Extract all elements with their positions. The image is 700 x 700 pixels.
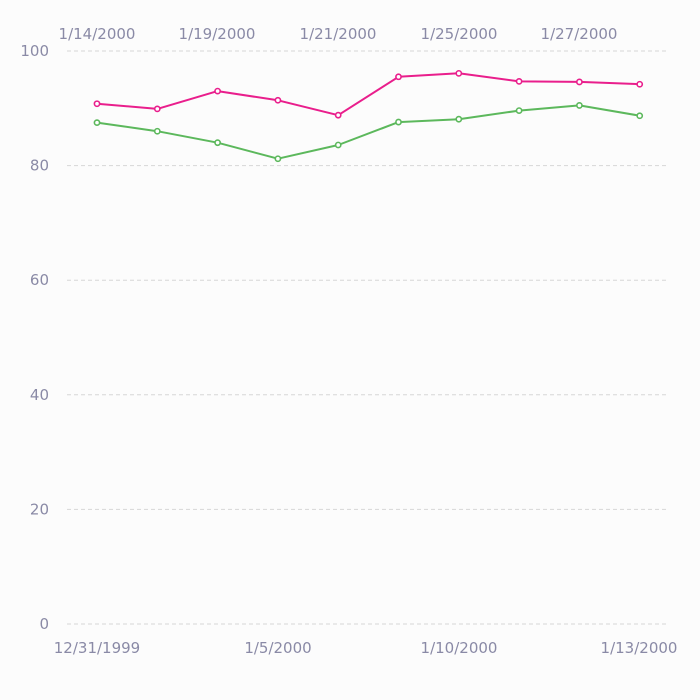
- x-top-tick-label: 1/25/2000: [421, 25, 498, 43]
- y-tick-label: 0: [39, 615, 49, 633]
- series-2-point: [334, 141, 342, 149]
- x-top-tick-label: 1/27/2000: [541, 25, 618, 43]
- series-1-point: [274, 96, 282, 104]
- y-tick-label: 100: [20, 42, 49, 60]
- series-line-2: [96, 104, 640, 160]
- series-2-point: [576, 102, 583, 109]
- x-top-tick-label: 1/19/2000: [179, 25, 256, 43]
- series-2-point: [455, 115, 463, 123]
- series-1-point: [334, 111, 342, 119]
- x-bottom-tick-label: 1/10/2000: [421, 639, 498, 657]
- series-2-point: [153, 127, 161, 135]
- series-1-point: [153, 105, 161, 113]
- series-1-point: [214, 87, 221, 95]
- x-axis-bottom-ticks: 12/31/1999 1/5/2000 1/10/2000 1/13/2000: [54, 639, 678, 657]
- y-tick-label: 20: [30, 500, 49, 518]
- x-top-tick-label: 1/14/2000: [59, 25, 136, 43]
- series-2-point: [274, 155, 282, 163]
- series-2-point: [214, 139, 221, 147]
- series-2-point: [515, 107, 523, 114]
- series-1-point: [636, 80, 644, 88]
- series-group: [93, 69, 644, 163]
- series-1-point: [576, 78, 583, 86]
- x-bottom-tick-label: 1/13/2000: [601, 639, 678, 657]
- y-tick-label: 40: [30, 386, 49, 404]
- series-1-point: [93, 100, 101, 108]
- series-2-point: [636, 112, 644, 120]
- series-2-point: [395, 118, 402, 126]
- series-1-point: [455, 69, 463, 77]
- x-bottom-tick-label: 1/5/2000: [244, 639, 311, 657]
- y-axis-ticks: 0 20 40 60 80 100: [20, 42, 49, 633]
- grid-lines: [67, 50, 669, 625]
- series-1-point: [515, 77, 523, 85]
- y-tick-label: 60: [30, 271, 49, 289]
- x-top-tick-label: 1/21/2000: [300, 25, 377, 43]
- series-1-point: [395, 73, 402, 81]
- x-bottom-tick-label: 12/31/1999: [54, 639, 140, 657]
- series-line-1: [96, 72, 640, 117]
- y-tick-label: 80: [30, 157, 49, 175]
- x-axis-top-ticks: 1/14/2000 1/19/2000 1/21/2000 1/25/2000 1/27…: [59, 25, 618, 43]
- line-chart: 0 20 40 60 80 100 1/14/2000 1/19/2000 1/21/2000…: [20, 25, 678, 657]
- series-2-point: [93, 119, 101, 127]
